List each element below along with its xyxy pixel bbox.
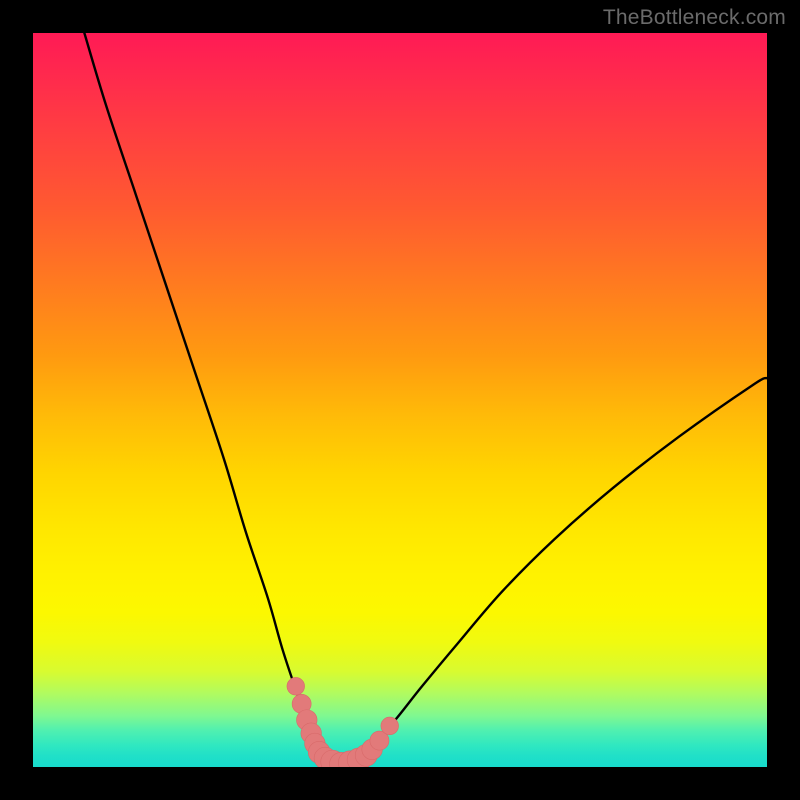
plot-area xyxy=(33,33,767,767)
chart-frame: TheBottleneck.com xyxy=(0,0,800,800)
markers-group xyxy=(287,677,399,767)
watermark-text: TheBottleneck.com xyxy=(603,6,786,30)
curve-layer xyxy=(33,33,767,767)
curve-right-branch xyxy=(341,378,767,764)
curves-group xyxy=(84,33,767,764)
curve-left-branch xyxy=(84,33,341,764)
marker-point xyxy=(381,717,399,735)
marker-point xyxy=(287,677,305,695)
